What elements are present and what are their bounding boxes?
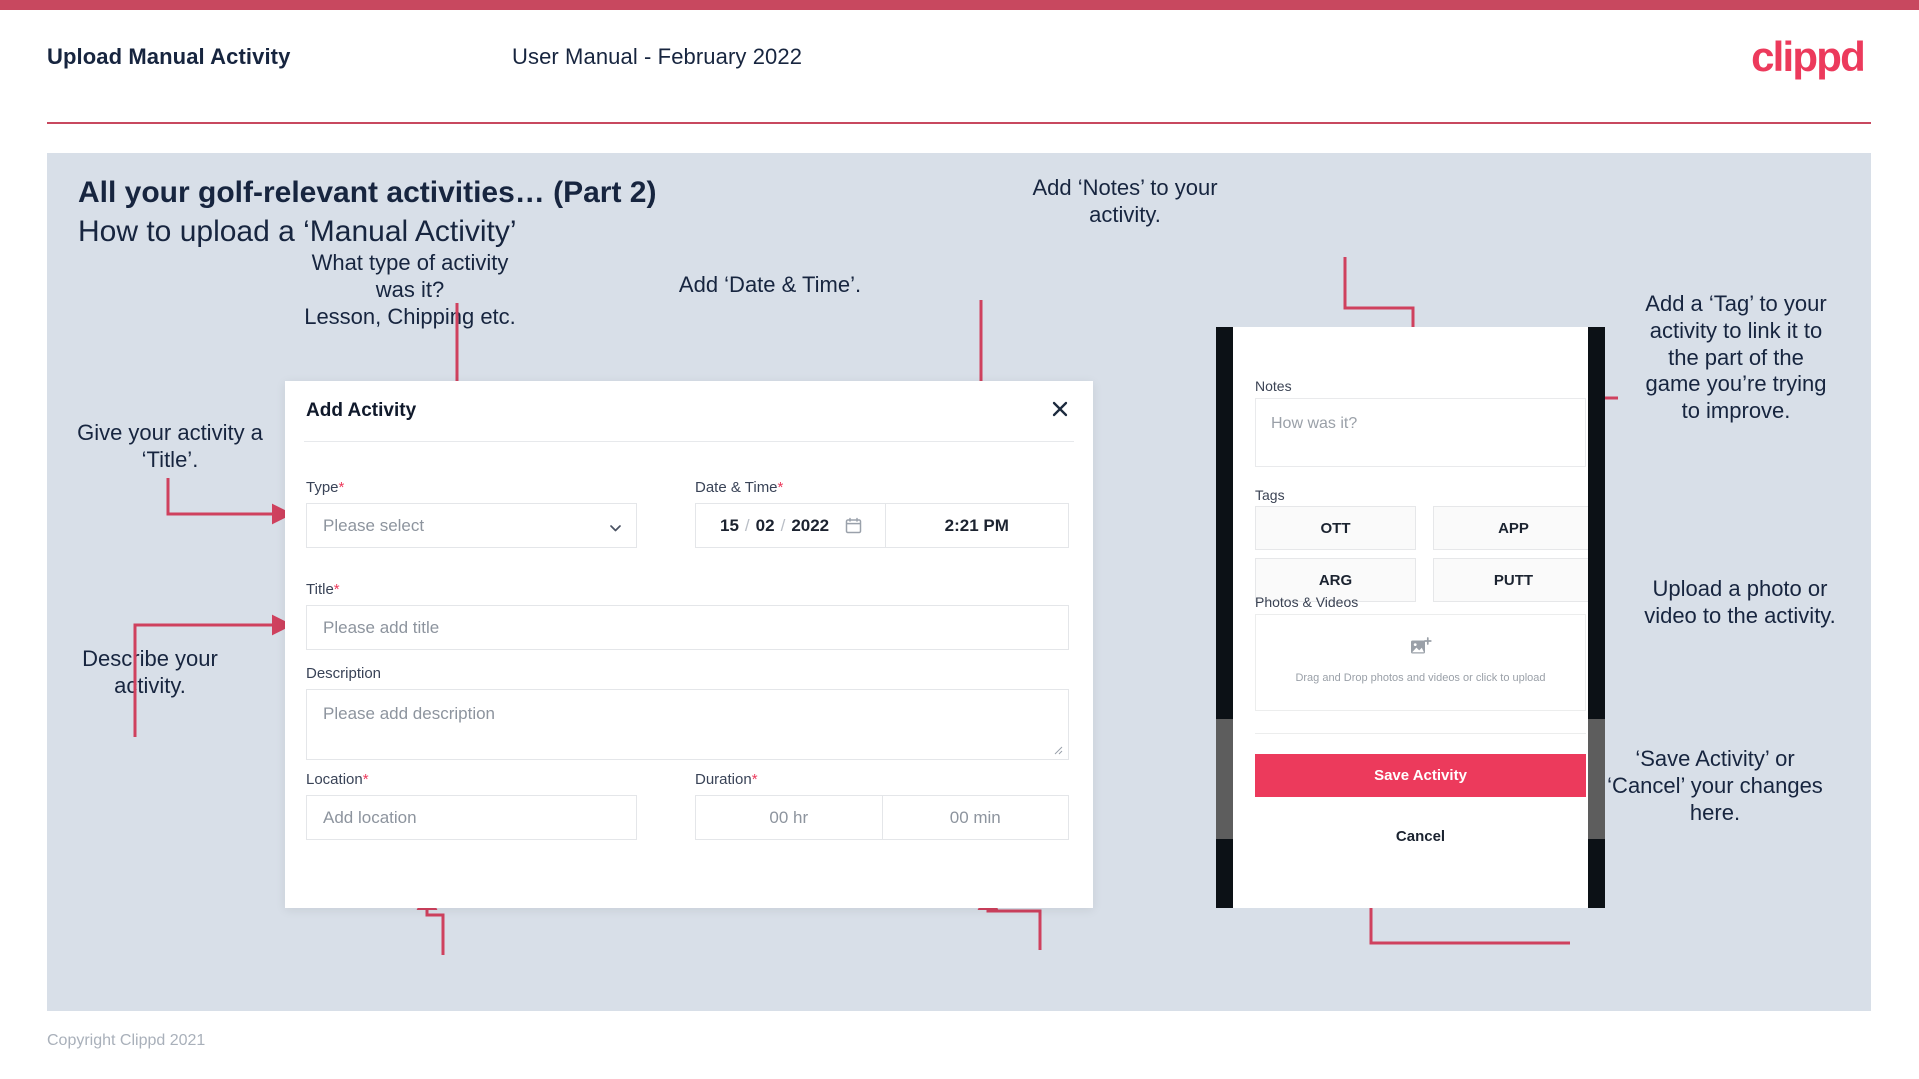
time-input[interactable]: 2:21 PM	[886, 504, 1068, 547]
location-label: Location*	[306, 771, 369, 788]
datetime-label: Date & Time*	[695, 479, 783, 496]
document-subtitle: User Manual - February 2022	[512, 44, 803, 69]
description-textarea[interactable]: Please add description	[306, 689, 1069, 760]
tag-ott-button[interactable]: OTT	[1255, 506, 1416, 550]
dialog-header: Add Activity	[285, 381, 1093, 441]
annotation-describe: Describe your activity.	[82, 646, 218, 698]
photos-label: Photos & Videos	[1255, 594, 1359, 610]
phone-button-right	[1588, 719, 1605, 839]
datetime-required-marker: *	[777, 479, 784, 496]
annotation-save: ‘Save Activity’ or ‘Cancel’ your changes…	[1607, 746, 1823, 825]
location-input[interactable]: Add location	[306, 795, 637, 840]
phone-bezel-left	[1216, 327, 1233, 908]
footer-copyright: Copyright Clippd 2021	[47, 1032, 206, 1049]
calendar-icon[interactable]	[845, 517, 862, 534]
type-placeholder: Please select	[323, 515, 425, 535]
notes-placeholder: How was it?	[1271, 415, 1358, 432]
type-label: Type*	[306, 479, 344, 496]
type-select[interactable]: Please select	[306, 503, 637, 548]
top-accent-bar	[0, 0, 1919, 10]
phone-bezel-right	[1588, 327, 1605, 908]
location-label-text: Location	[306, 771, 363, 788]
resize-handle[interactable]	[1053, 745, 1065, 757]
annotation-type: What type of activity was it? Lesson, Ch…	[304, 250, 516, 329]
title-label-text: Title	[306, 581, 334, 598]
annotation-notes: Add ‘Notes’ to your activity.	[1032, 175, 1218, 227]
title-placeholder: Please add title	[323, 617, 440, 637]
title-label: Title*	[306, 581, 340, 598]
annotation-datetime: Add ‘Date & Time’.	[678, 272, 862, 297]
clippd-logo: clippd	[1751, 33, 1866, 80]
phone-screen: Notes How was it? Tags OTT APP ARG PUTT …	[1233, 327, 1588, 908]
type-required-marker: *	[338, 479, 345, 496]
date-input[interactable]: 15 / 02 / 2022	[696, 504, 885, 547]
location-required-marker: *	[362, 771, 369, 788]
close-icon[interactable]	[1046, 395, 1074, 423]
title-input[interactable]: Please add title	[306, 605, 1069, 650]
description-label: Description	[306, 665, 381, 682]
notes-label: Notes	[1255, 378, 1292, 394]
description-placeholder: Please add description	[323, 704, 496, 723]
save-activity-button[interactable]: Save Activity	[1255, 754, 1586, 797]
date-month: 02	[755, 515, 775, 535]
duration-label-text: Duration	[695, 771, 752, 788]
datetime-label-text: Date & Time	[695, 479, 778, 496]
annotation-title: Give your activity a ‘Title’.	[77, 420, 263, 472]
dialog-divider	[304, 441, 1074, 442]
add-activity-dialog: Add Activity Type* Please select Date & …	[285, 381, 1093, 908]
chevron-down-icon	[609, 519, 622, 532]
tag-app-button[interactable]: APP	[1433, 506, 1588, 550]
cancel-button[interactable]: Cancel	[1255, 828, 1586, 845]
datetime-control: 15 / 02 / 2022 2:21 PM	[695, 503, 1069, 548]
dialog-title: Add Activity	[306, 400, 417, 421]
photo-dropzone[interactable]: Drag and Drop photos and videos or click…	[1255, 614, 1586, 711]
duration-control: 00 hr 00 min	[695, 795, 1069, 840]
annotation-upload: Upload a photo or video to the activity.	[1644, 576, 1836, 628]
phone-button-left	[1216, 719, 1233, 839]
notes-textarea[interactable]: How was it?	[1255, 398, 1586, 467]
tags-label: Tags	[1255, 487, 1285, 503]
page-title: Upload Manual Activity	[47, 44, 291, 69]
date-separator-1: /	[744, 515, 750, 535]
location-placeholder: Add location	[323, 807, 417, 827]
date-day: 15	[720, 515, 739, 535]
tag-putt-button[interactable]: PUTT	[1433, 558, 1588, 602]
duration-minutes-input[interactable]: 00 min	[883, 796, 1069, 839]
date-separator-2: /	[780, 515, 786, 535]
slide-subheading: How to upload a ‘Manual Activity’	[78, 215, 517, 248]
dropzone-text: Drag and Drop photos and videos or click…	[1295, 672, 1546, 685]
slide-heading: All your golf-relevant activities… (Part…	[78, 176, 657, 209]
description-label-text: Description	[306, 665, 382, 682]
slide-page: Upload Manual Activity User Manual - Feb…	[0, 0, 1919, 1079]
phone-mockup: Notes How was it? Tags OTT APP ARG PUTT …	[1216, 327, 1605, 908]
date-year: 2022	[791, 515, 830, 535]
header-divider	[47, 122, 1871, 124]
duration-required-marker: *	[751, 771, 758, 788]
phone-divider	[1255, 733, 1586, 734]
add-image-icon	[1410, 637, 1432, 662]
title-required-marker: *	[333, 581, 340, 598]
duration-hours-input[interactable]: 00 hr	[696, 796, 882, 839]
annotation-tags: Add a ‘Tag’ to your activity to link it …	[1645, 291, 1827, 424]
duration-label: Duration*	[695, 771, 758, 788]
type-label-text: Type	[306, 479, 339, 496]
